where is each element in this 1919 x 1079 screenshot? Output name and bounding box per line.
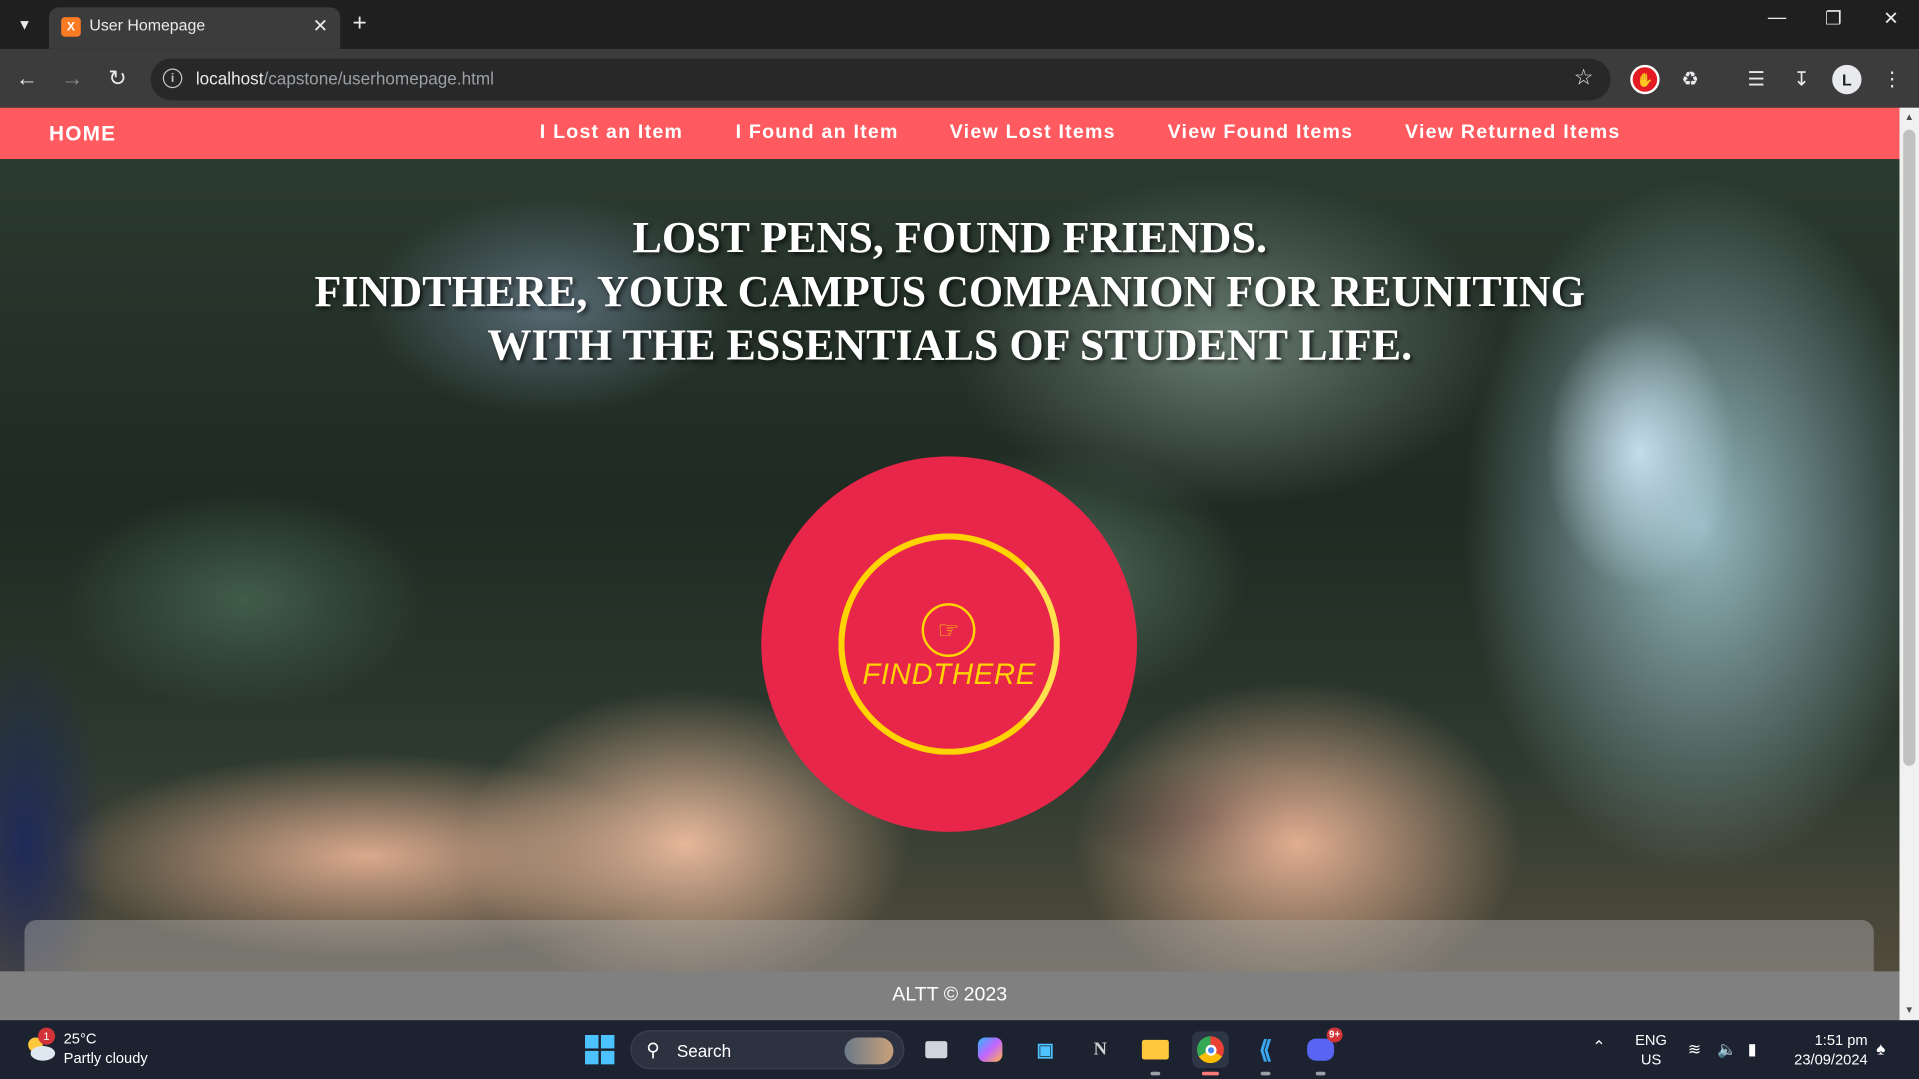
page-viewport: HOME I Lost an Item I Found an Item View… (0, 107, 1900, 1021)
notification-bell-icon[interactable]: ♠ (1876, 1039, 1885, 1059)
discord-badge: 9+ (1326, 1027, 1343, 1043)
site-info-icon[interactable]: i (162, 68, 183, 89)
nav-lost-item-link[interactable]: I Lost an Item (540, 122, 683, 144)
tray-chevron-up-icon[interactable]: ⌃ (1592, 1037, 1605, 1057)
copilot-icon[interactable] (972, 1031, 1009, 1068)
download-icon[interactable]: ↧ (1787, 65, 1816, 94)
taskbar-search-box[interactable]: ⚲ Search (630, 1030, 905, 1070)
taskbar-search-label: Search (676, 1041, 732, 1061)
weather-description[interactable]: Partly cloudy (64, 1050, 148, 1067)
browser-tab-active[interactable]: X User Homepage ✕ (48, 7, 341, 49)
nav-home-link[interactable]: HOME (49, 122, 116, 146)
minimize-icon[interactable]: — (1759, 7, 1796, 28)
tab-close-icon[interactable]: ✕ (313, 15, 328, 37)
tab-search-chevron-icon[interactable]: ▼ (10, 10, 39, 39)
browser-toolbar: ← → ↻ i localhost/capstone/userhomepage.… (0, 48, 1919, 108)
pointing-hand-icon: ☞ (921, 603, 976, 657)
adblock-extension-icon[interactable]: ✋ (1630, 64, 1660, 95)
address-bar[interactable]: i localhost/capstone/userhomepage.html ☆ (150, 58, 1611, 101)
window-close-icon[interactable]: ✕ (1873, 7, 1910, 30)
restore-icon[interactable]: ❐ (1815, 7, 1852, 30)
windows-start-icon[interactable] (585, 1034, 615, 1065)
task-view-icon[interactable] (918, 1031, 955, 1068)
discord-icon[interactable]: 9+ (1302, 1027, 1343, 1076)
file-explorer-icon[interactable] (1137, 1031, 1174, 1076)
search-highlight-image (844, 1037, 894, 1065)
back-arrow-icon[interactable]: ← (12, 64, 41, 93)
nav-view-lost-link[interactable]: View Lost Items (950, 122, 1116, 144)
browser-tabstrip: ▼ X User Homepage ✕ + — ❐ ✕ (0, 0, 1919, 49)
weather-badge: 1 (37, 1027, 56, 1045)
hero-line-1: LOST PENS, FOUND FRIENDS. (632, 212, 1268, 262)
page-scrollbar[interactable]: ▲ ▼ (1899, 107, 1919, 1021)
volume-icon[interactable]: 🔈 (1717, 1040, 1737, 1060)
reload-icon[interactable]: ↻ (103, 64, 132, 93)
browser-menu-icon[interactable]: ⋮ (1877, 65, 1906, 94)
store-bag-icon[interactable]: ▣ (1027, 1031, 1064, 1068)
system-clock[interactable]: 1:51 pm 23/09/2024 (1787, 1030, 1868, 1069)
language-indicator[interactable]: ENG US (1635, 1030, 1667, 1069)
scroll-down-arrow-icon[interactable]: ▼ (1903, 1004, 1915, 1016)
nav-view-returned-link[interactable]: View Returned Items (1405, 122, 1621, 144)
forward-arrow-icon[interactable]: → (58, 64, 87, 93)
site-footer: ALTT © 2023 (0, 971, 1900, 1021)
logo-text: FINDTHERE (862, 658, 1036, 692)
battery-icon[interactable]: ▮ (1748, 1040, 1757, 1060)
search-icon: ⚲ (646, 1039, 660, 1061)
wifi-icon[interactable]: ≋ (1688, 1040, 1701, 1060)
address-url[interactable]: localhost/capstone/userhomepage.html (196, 69, 494, 89)
vscode-icon[interactable]: ⟪ (1247, 1031, 1284, 1076)
chrome-icon[interactable] (1192, 1031, 1229, 1076)
extensions-puzzle-icon[interactable]: ♻ (1676, 65, 1705, 94)
nav-view-found-link[interactable]: View Found Items (1168, 122, 1354, 144)
scroll-thumb[interactable] (1903, 129, 1916, 766)
nav-found-item-link[interactable]: I Found an Item (736, 122, 899, 144)
hero-line-2: FINDTHERE, YOUR CAMPUS COMPANION FOR REU… (314, 266, 1585, 316)
notion-icon[interactable]: N (1082, 1031, 1119, 1068)
bookmark-star-icon[interactable]: ☆ (1574, 65, 1594, 91)
site-navbar: HOME I Lost an Item I Found an Item View… (0, 107, 1900, 160)
hero-line-3: WITH THE ESSENTIALS OF STUDENT LIFE. (487, 320, 1413, 370)
xampp-favicon-icon: X (61, 17, 81, 37)
new-tab-plus-icon[interactable]: + (352, 10, 366, 37)
media-queue-icon[interactable]: ☰ (1742, 65, 1771, 94)
weather-temperature[interactable]: 25°C (64, 1030, 97, 1047)
windows-taskbar: 1 25°C Partly cloudy ⚲ Search ▣ N ⟪ 9+ ⌃… (0, 1020, 1919, 1079)
profile-avatar-icon[interactable]: L (1832, 64, 1862, 95)
tab-title: User Homepage (89, 15, 206, 35)
findthere-logo: ☞ FINDTHERE (761, 456, 1138, 832)
scroll-up-arrow-icon[interactable]: ▲ (1903, 111, 1915, 123)
hero-headline: LOST PENS, FOUND FRIENDS. FINDTHERE, YOU… (245, 210, 1655, 371)
